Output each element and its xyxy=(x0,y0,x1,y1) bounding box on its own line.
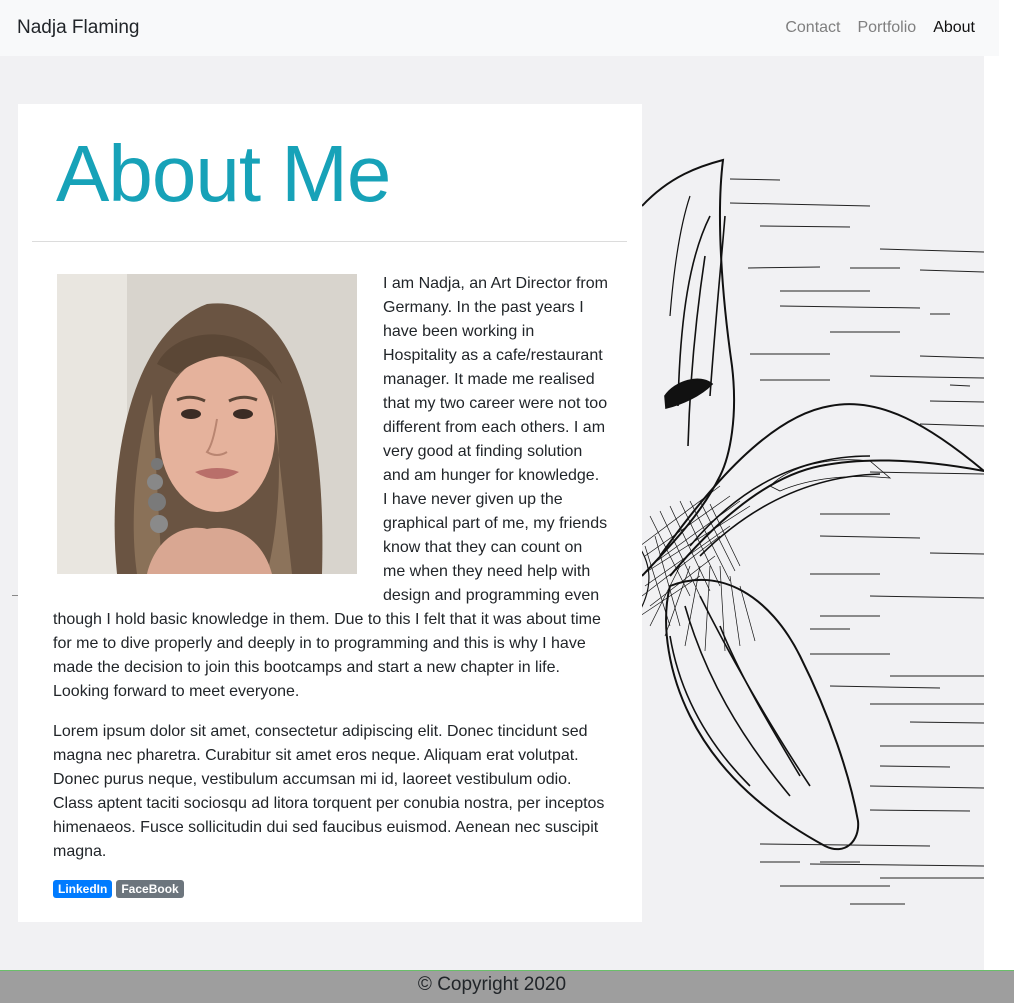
social-badges: LinkedIn FaceBook xyxy=(53,880,608,898)
nav-link-about[interactable]: About xyxy=(933,16,975,40)
navbar: Nadja Flaming Contact Portfolio About xyxy=(0,0,999,56)
title-divider xyxy=(32,241,627,242)
card-body: I am Nadja, an Art Director from Germany… xyxy=(53,272,608,898)
about-paragraph-2: Lorem ipsum dolor sit amet, consectetur … xyxy=(53,723,605,860)
footer: © Copyright 2020 xyxy=(0,970,1014,1003)
page-title: About Me xyxy=(56,129,391,218)
linkedin-badge[interactable]: LinkedIn xyxy=(53,880,113,898)
about-card: About Me I am Nadja, an Art Director fro… xyxy=(18,104,642,922)
facebook-badge[interactable]: FaceBook xyxy=(116,880,184,898)
profile-photo xyxy=(57,274,357,574)
nav-link-contact[interactable]: Contact xyxy=(785,16,840,40)
page: Nadja Flaming Contact Portfolio About Ab… xyxy=(0,0,1029,1003)
nav-links: Contact Portfolio About xyxy=(785,16,975,40)
brand-link[interactable]: Nadja Flaming xyxy=(17,16,140,40)
lily-illustration xyxy=(630,158,984,905)
copyright-text: © Copyright 2020 xyxy=(417,974,567,995)
nav-link-portfolio[interactable]: Portfolio xyxy=(857,16,916,40)
